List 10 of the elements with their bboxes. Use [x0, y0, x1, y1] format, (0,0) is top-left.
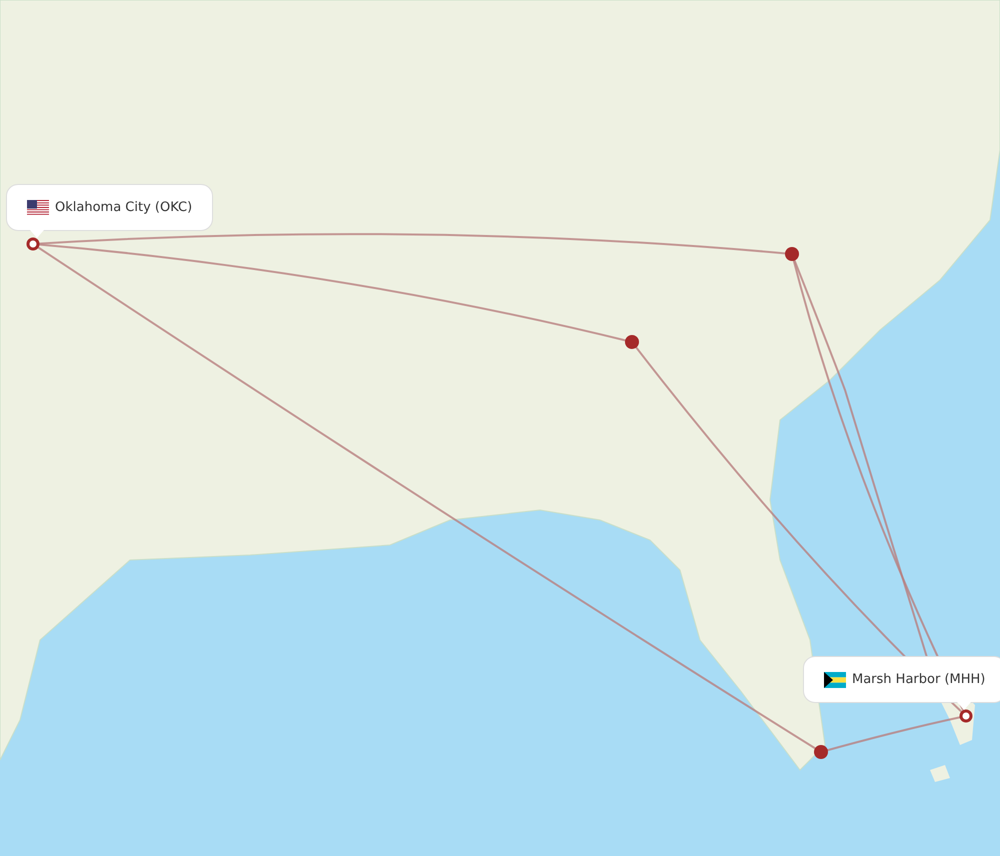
stopover-dot: [625, 335, 639, 349]
stopover-dot: [814, 745, 828, 759]
airport-pin: [960, 710, 972, 722]
flag-icon: [824, 672, 846, 688]
island-shape: [930, 765, 950, 782]
stopover-dot: [785, 247, 799, 261]
flag-icon: [27, 200, 49, 216]
airport-label: Oklahoma City (OKC): [55, 198, 192, 217]
airport-pin: [26, 238, 40, 250]
airport-label: Marsh Harbor (MHH): [852, 670, 986, 689]
